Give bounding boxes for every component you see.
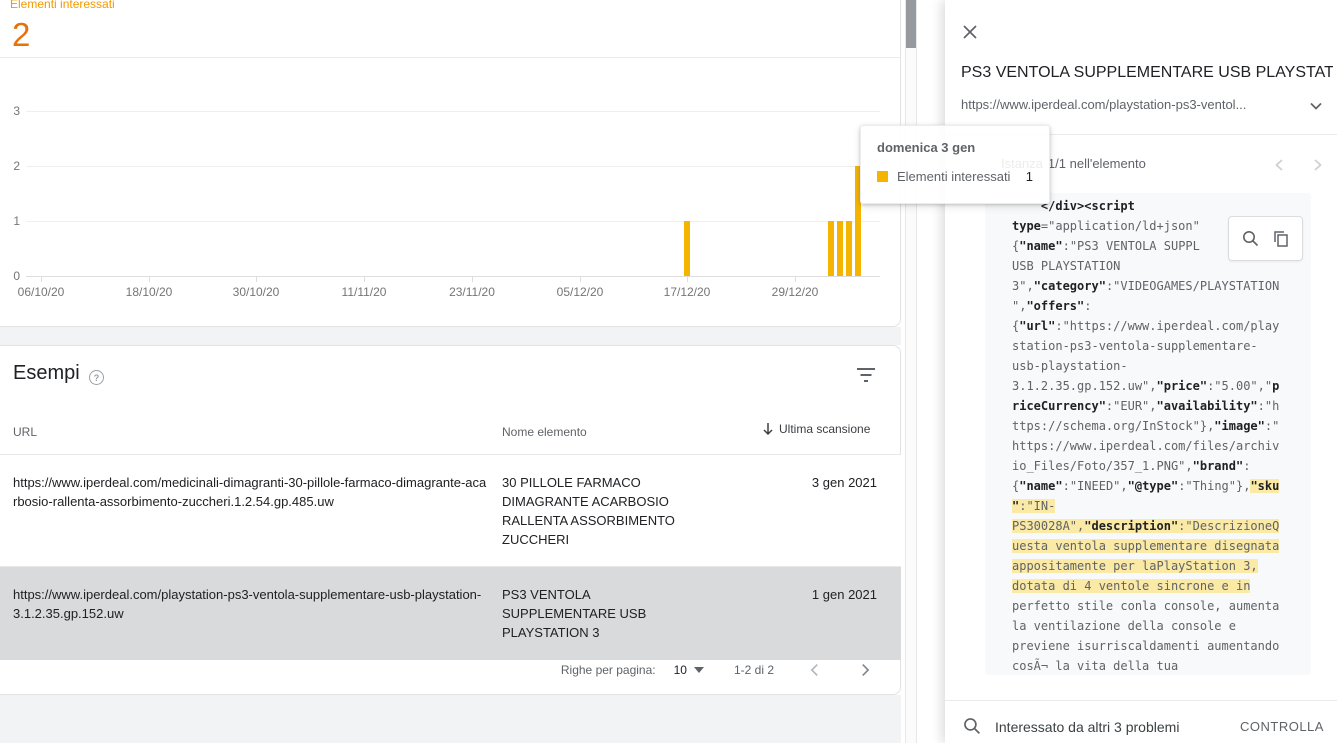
tooltip-series-label: Elementi interessati (897, 169, 1026, 184)
column-header-label: Ultima scansione (779, 422, 870, 436)
code-line: </div><script (1012, 196, 1303, 216)
metric-toggle-affected-items[interactable]: Elementi interessati (10, 0, 115, 11)
row-url: https://www.iperdeal.com/medicinali-dima… (13, 473, 490, 549)
row-last-crawl: 3 gen 2021 (707, 473, 877, 549)
code-line: 3","category":"VIDEOGAMES/PLAYSTATION (1012, 276, 1303, 296)
rows-per-page-value: 10 (674, 663, 687, 677)
other-issues-label: Interessato da altri 3 problemi (995, 719, 1179, 735)
next-instance-button[interactable] (1307, 155, 1327, 180)
chevron-down-icon[interactable] (1306, 96, 1326, 121)
next-page-button[interactable] (856, 661, 874, 679)
row-last-crawl: 1 gen 2021 (707, 585, 877, 642)
row-name: PS3 VENTOLA SUPPLEMENTARE USB PLAYSTATIO… (502, 585, 707, 642)
column-header-name[interactable]: Nome elemento (502, 425, 587, 439)
dropdown-caret-icon (694, 667, 704, 673)
table-row[interactable]: https://www.iperdeal.com/medicinali-dima… (0, 455, 901, 567)
column-header-last-crawl[interactable]: Ultima scansione (762, 422, 870, 436)
copy-icon-glyph (1272, 230, 1290, 248)
vertical-scrollbar[interactable] (905, 0, 917, 743)
code-line: 3.1.2.35.gp.152.uw","price":"5.00","p (1012, 376, 1303, 396)
search-icon-glyph (962, 716, 982, 736)
code-line: appositamente per laPlayStation 3, (1012, 556, 1303, 576)
tooltip-date: domenica 3 gen (877, 140, 1033, 155)
scrollbar-thumb[interactable] (906, 0, 916, 48)
divider (945, 700, 1337, 701)
search-icon (962, 716, 982, 741)
divider (0, 57, 901, 58)
code-line: https://www.iperdeal.com/files/archiv (1012, 436, 1303, 456)
code-line: perfetto stile conla console, aumenta (1012, 596, 1303, 616)
series-color-swatch (877, 171, 888, 182)
code-line: cosÃ¬ la vita della tua (1012, 656, 1303, 675)
code-line: {"url":"https://www.iperdeal.com/play (1012, 316, 1303, 336)
code-line: la ventilazione della console e (1012, 616, 1303, 636)
pagination-range: 1-2 di 2 (734, 663, 774, 677)
column-header-url[interactable]: URL (13, 425, 37, 439)
code-block[interactable]: </div><scripttype="application/ld+json"{… (985, 193, 1311, 675)
examples-table-body: https://www.iperdeal.com/medicinali-dima… (0, 455, 901, 660)
instance-count: 1/1 nell'elemento (1048, 156, 1146, 171)
previous-page-button[interactable] (806, 661, 824, 679)
chevron-down-glyph (1306, 96, 1326, 116)
code-toolbar (1228, 216, 1303, 261)
metric-value: 2 (12, 16, 30, 54)
code-line: io_Files/Foto/357_1.PNG","brand": (1012, 456, 1303, 476)
code-line: usb-playstation- (1012, 356, 1303, 376)
search-icon-glyph (1241, 229, 1260, 248)
sort-descending-icon (762, 422, 774, 436)
code-line: riceCurrency":"EUR","availability":"h (1012, 396, 1303, 416)
rows-per-page-select[interactable]: 10 (674, 663, 704, 677)
code-line: uesta ventola supplementare disegnata (1012, 536, 1303, 556)
page-background-gap (0, 695, 901, 743)
detail-title: PS3 VENTOLA SUPPLEMENTARE USB PLAYSTATIO… (961, 64, 1333, 82)
code-line: {"name":"INEED","@type":"Thing"},"sku (1012, 476, 1303, 496)
chart-tooltip: domenica 3 gen Elementi interessati 1 (860, 125, 1050, 204)
search-code-icon[interactable] (1241, 229, 1260, 248)
code-line: dotata di 4 ventole sincrone e in (1012, 576, 1303, 596)
chevron-right-icon (1307, 155, 1327, 175)
chart-card (0, 0, 901, 327)
chevron-right-icon (856, 661, 874, 679)
row-name: 30 PILLOLE FARMACO DIMAGRANTE ACARBOSIO … (502, 473, 707, 549)
chevron-left-icon (806, 661, 824, 679)
chevron-left-icon (1270, 155, 1290, 175)
copy-code-icon[interactable] (1272, 230, 1290, 248)
check-button[interactable]: CONTROLLA (1240, 719, 1324, 734)
help-glyph: ? (94, 373, 100, 383)
code-line: station-ps3-ventola-supplementare- (1012, 336, 1303, 356)
filter-icon-glyph (856, 366, 876, 384)
code-line: previene isurriscaldamenti aumentando (1012, 636, 1303, 656)
code-line: ttps://schema.org/InStock"},"image":" (1012, 416, 1303, 436)
code-line: PS30028A","description":"DescrizioneQ (1012, 516, 1303, 536)
close-icon-glyph (961, 23, 979, 41)
filter-icon[interactable] (856, 366, 876, 389)
tooltip-value: 1 (1026, 169, 1033, 184)
close-icon[interactable] (961, 23, 979, 46)
help-icon[interactable]: ? (89, 370, 104, 385)
rows-per-page-label: Righe per pagina: (561, 663, 656, 677)
examples-title: Esempi (13, 362, 80, 385)
detail-url[interactable]: https://www.iperdeal.com/playstation-ps3… (961, 97, 1301, 112)
previous-instance-button[interactable] (1270, 155, 1290, 180)
page-background-gap (0, 327, 901, 345)
code-line: ":"IN- (1012, 496, 1303, 516)
code-line: ","offers": (1012, 296, 1303, 316)
row-url: https://www.iperdeal.com/playstation-ps3… (13, 585, 490, 642)
pagination: Righe per pagina: 10 1-2 di 2 (0, 645, 901, 695)
